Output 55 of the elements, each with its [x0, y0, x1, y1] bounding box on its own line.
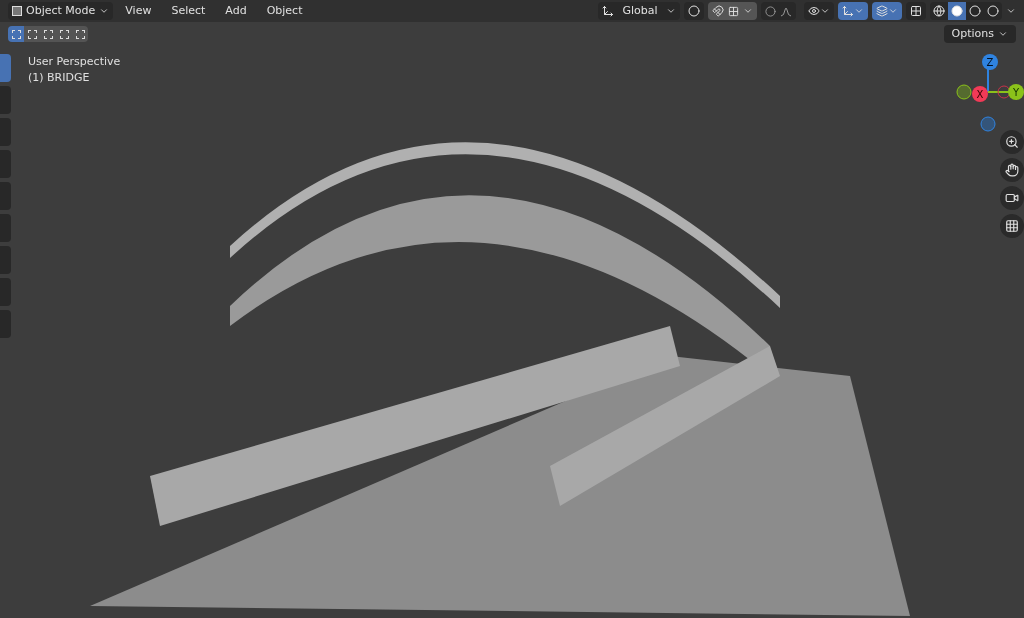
camera-button[interactable]	[1000, 186, 1024, 210]
proportional-button[interactable]	[760, 2, 796, 20]
menu-item[interactable]: View	[117, 2, 160, 20]
eye-icon	[808, 5, 820, 17]
pivot-icon	[687, 5, 700, 17]
gizmo-toggle[interactable]	[838, 2, 868, 20]
sphere-icon	[969, 5, 981, 17]
globe-icon	[933, 5, 945, 17]
viewport-info-text: (1) BRIDGE	[28, 70, 91, 86]
menu-item[interactable]: Add	[217, 2, 255, 20]
squares-icon	[910, 5, 922, 17]
sphere-icon	[987, 5, 999, 17]
orientation-dropdown[interactable]: Global	[598, 2, 680, 20]
zoom-icon	[1005, 135, 1019, 149]
select-mode-button[interactable]	[24, 26, 40, 42]
shading-button[interactable]	[930, 2, 948, 20]
grid-icon	[727, 5, 739, 17]
shading-button[interactable]	[966, 2, 984, 20]
object-icon	[12, 6, 22, 16]
zoom-button[interactable]	[1000, 130, 1024, 154]
xray-toggle[interactable]	[906, 2, 926, 20]
caret-icon	[820, 6, 830, 16]
mode-dropdown[interactable]: Object Mode	[8, 2, 114, 20]
caret-icon	[1006, 6, 1016, 16]
grid-icon	[1005, 219, 1019, 233]
shading-button[interactable]	[984, 2, 1002, 20]
camera-icon	[1005, 191, 1019, 205]
pivot-button[interactable]	[683, 2, 704, 20]
axis-gizmo[interactable]: X Y Z	[954, 54, 1024, 134]
hand-icon	[1005, 163, 1019, 177]
caret-icon	[854, 6, 864, 16]
overlays-toggle[interactable]	[872, 2, 902, 20]
menu-item[interactable]: Select	[163, 2, 214, 20]
circle-icon	[764, 5, 776, 17]
axes-icon	[842, 5, 854, 17]
layers-icon	[876, 5, 888, 17]
select-mode-button[interactable]	[72, 26, 88, 42]
sphere-icon	[951, 5, 963, 17]
visibility-dropdown[interactable]	[804, 2, 834, 20]
caret-icon	[665, 6, 676, 16]
caret-icon	[888, 6, 898, 16]
caret-icon	[99, 6, 110, 16]
select-mode-button[interactable]	[8, 26, 24, 42]
snap-button[interactable]	[707, 2, 757, 20]
pan-button[interactable]	[1000, 158, 1024, 182]
magnet-icon	[711, 5, 724, 17]
options-dropdown[interactable]: Options	[943, 25, 1016, 43]
caret-icon	[742, 6, 753, 16]
falloff-curve-icon	[779, 5, 792, 17]
shading-button[interactable]	[948, 2, 966, 20]
grid-button[interactable]	[1000, 214, 1024, 238]
viewport-info-text: User Perspective	[28, 54, 121, 70]
caret-icon	[998, 29, 1008, 39]
menu-item[interactable]: Object	[258, 2, 311, 20]
axes-icon	[602, 5, 615, 17]
